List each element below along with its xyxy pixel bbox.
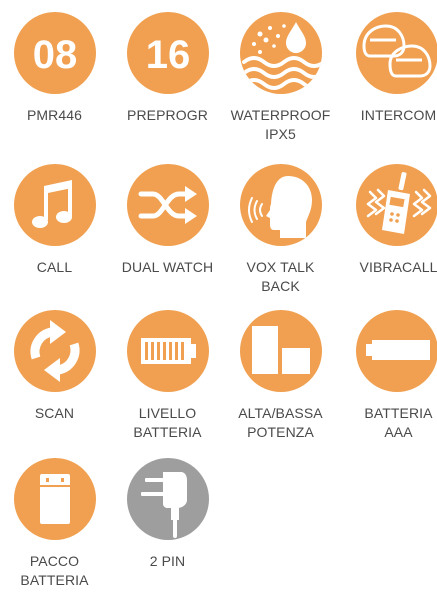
feature-label: CALL xyxy=(0,258,109,277)
shuffle-arrows-icon xyxy=(127,164,209,246)
number-16-icon: 16 xyxy=(127,12,209,94)
aaa-battery-icon xyxy=(356,310,437,392)
feature-label-line: PACCO xyxy=(29,553,80,569)
feature-label: PMR446 xyxy=(0,106,109,125)
waterproof-icon xyxy=(240,12,322,94)
feature-label-line: VOX TALK xyxy=(246,259,315,275)
feature-label: ALTA/BASSA POTENZA xyxy=(226,404,335,442)
feature-label: LIVELLO BATTERIA xyxy=(113,404,222,442)
feature-label-line: SCAN xyxy=(34,405,75,421)
feature-label: PACCO BATTERIA xyxy=(0,552,109,590)
intercom-helmets-icon xyxy=(356,12,437,94)
badge-text: 16 xyxy=(146,33,191,77)
two-pin-plug-icon xyxy=(127,458,209,540)
feature-label-line: POTENZA xyxy=(247,424,314,440)
music-note-icon xyxy=(14,164,96,246)
feature-label: VIBRACALL xyxy=(344,258,437,277)
feature-label-line: WATERPROOF xyxy=(230,107,331,123)
feature-label-line: BATTERIA xyxy=(364,405,433,421)
feature-label: BATTERIA AAA xyxy=(344,404,437,442)
feature-label-line: BATTERIA xyxy=(133,424,202,440)
scan-arrows-icon xyxy=(14,310,96,392)
feature-label: SCAN xyxy=(0,404,109,423)
battery-pack-icon xyxy=(14,458,96,540)
feature-label-line: LIVELLO xyxy=(138,405,197,421)
feature-label-line: CALL xyxy=(36,259,73,275)
feature-label: INTERCOM xyxy=(344,106,437,125)
power-levels-icon xyxy=(240,310,322,392)
feature-label: VOX TALK BACK xyxy=(226,258,335,296)
battery-level-icon xyxy=(127,310,209,392)
badge-text: 08 xyxy=(33,33,78,77)
feature-label: 2 PIN xyxy=(113,552,222,571)
feature-label-line: ALTA/BASSA xyxy=(238,405,323,421)
feature-label-line: PMR446 xyxy=(26,107,83,123)
feature-label-line: DUAL WATCH xyxy=(121,259,214,275)
feature-label-line: AAA xyxy=(384,424,413,440)
feature-label-line: BATTERIA xyxy=(20,572,89,588)
feature-label-line: IPX5 xyxy=(265,126,296,142)
feature-label-line: INTERCOM xyxy=(360,107,437,123)
talking-head-icon xyxy=(240,164,322,246)
vibrating-radio-icon xyxy=(356,164,437,246)
feature-label: PREPROGR xyxy=(113,106,222,125)
feature-label-line: 2 PIN xyxy=(149,553,186,569)
feature-label: DUAL WATCH xyxy=(113,258,222,277)
feature-label-line: PREPROGR xyxy=(127,107,208,123)
number-08-icon: 08 xyxy=(14,12,96,94)
feature-label: WATERPROOF IPX5 xyxy=(226,106,335,144)
feature-icon-grid: 08 PMR446 16 PREPROGR WATERPROOF IPX5 IN… xyxy=(0,0,437,593)
feature-label-line: VIBRACALL xyxy=(359,259,437,275)
feature-label-line: BACK xyxy=(261,278,300,294)
